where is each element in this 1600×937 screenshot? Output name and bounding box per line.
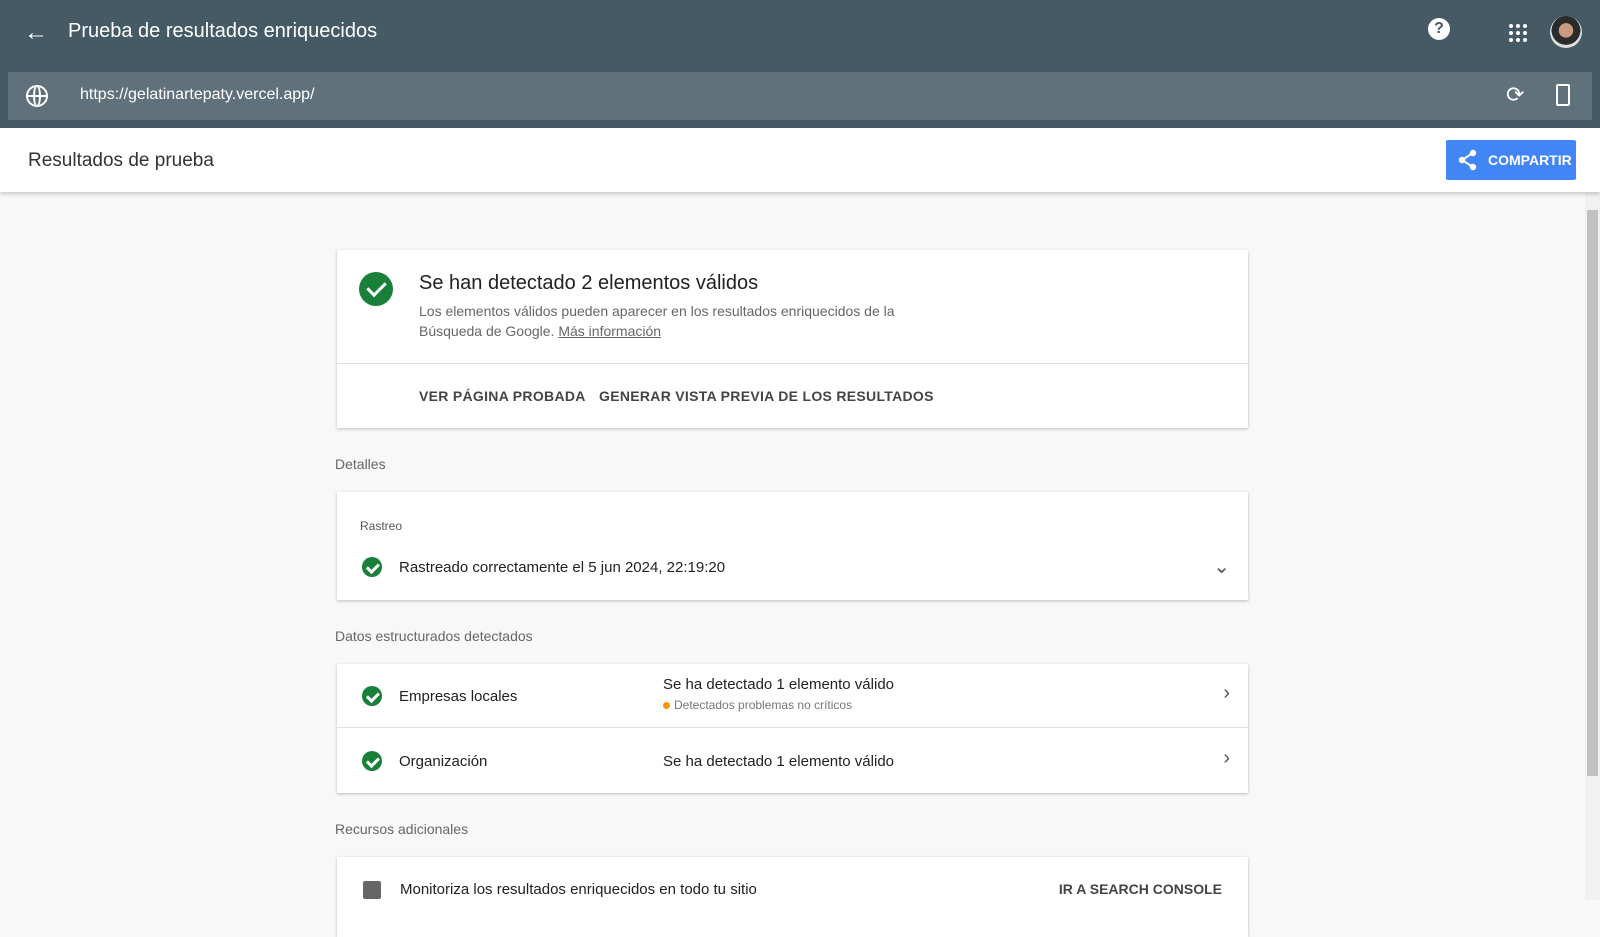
check-circle-icon: [362, 751, 382, 771]
scrollbar[interactable]: [1585, 192, 1600, 900]
structured-card: Empresas locales Se ha detectado 1 eleme…: [337, 664, 1248, 793]
resources-card: Monitoriza los resultados enriquecidos e…: [337, 857, 1248, 937]
crawl-label: Rastreo: [360, 519, 403, 533]
summary-description: Los elementos válidos pueden aparecer en…: [419, 303, 895, 339]
smartphone-icon[interactable]: [1556, 84, 1570, 106]
item-name: Organización: [399, 753, 488, 770]
list-item[interactable]: Organización Se ha detectado 1 elemento …: [337, 729, 1248, 793]
item-status: Se ha detectado 1 elemento válido: [663, 753, 894, 770]
details-heading: Detalles: [335, 456, 386, 472]
check-circle-icon: [362, 686, 382, 706]
page-title: Resultados de prueba: [28, 150, 214, 171]
chevron-right-icon[interactable]: ›: [1223, 747, 1230, 770]
scrollbar-thumb[interactable]: [1587, 210, 1598, 776]
url-input[interactable]: https://gelatinartepaty.vercel.app/: [80, 86, 315, 104]
item-name: Empresas locales: [399, 688, 518, 705]
bar-chart-icon: [363, 881, 381, 899]
avatar[interactable]: [1550, 16, 1582, 48]
resources-text: Monitoriza los resultados enriquecidos e…: [400, 881, 757, 898]
globe-icon: [26, 85, 48, 107]
app-header: ← Prueba de resultados enriquecidos ? ht…: [0, 0, 1600, 128]
check-circle-icon: [359, 272, 393, 306]
item-warning: Detectados problemas no críticos: [663, 698, 852, 712]
resources-heading: Recursos adicionales: [335, 821, 469, 837]
item-status: Se ha detectado 1 elemento válido: [663, 676, 894, 693]
url-bar: https://gelatinartepaty.vercel.app/ ⟳: [8, 72, 1592, 120]
check-circle-icon: [362, 557, 382, 577]
summary-card: Se han detectado 2 elementos válidos Los…: [337, 250, 1248, 428]
crawl-card[interactable]: Rastreo Rastreado correctamente el 5 jun…: [337, 492, 1248, 600]
apps-grid-icon[interactable]: [1509, 24, 1527, 42]
share-button[interactable]: COMPARTIR: [1446, 140, 1576, 180]
structured-heading: Datos estructurados detectados: [335, 628, 533, 644]
search-console-button[interactable]: IR A SEARCH CONSOLE: [1059, 881, 1222, 897]
app-title: Prueba de resultados enriquecidos: [68, 20, 378, 42]
subheader: Resultados de prueba COMPARTIR: [0, 128, 1600, 192]
preview-results-button[interactable]: GENERAR VISTA PREVIA DE LOS RESULTADOS: [599, 388, 934, 404]
list-item[interactable]: Empresas locales Se ha detectado 1 eleme…: [337, 664, 1248, 728]
share-label: COMPARTIR: [1488, 152, 1572, 168]
chevron-right-icon[interactable]: ›: [1223, 682, 1230, 705]
reload-icon[interactable]: ⟳: [1506, 82, 1524, 108]
crawl-status: Rastreado correctamente el 5 jun 2024, 2…: [399, 559, 726, 576]
arrow-left-icon[interactable]: ←: [24, 20, 50, 46]
help-icon[interactable]: ?: [1428, 18, 1450, 40]
more-info-link[interactable]: Más información: [558, 323, 661, 339]
warning-dot-icon: [663, 702, 670, 709]
summary-title: Se han detectado 2 elementos válidos: [419, 272, 759, 294]
share-icon: [1458, 149, 1477, 171]
view-tested-page-button[interactable]: VER PÁGINA PROBADA: [419, 388, 586, 404]
chevron-down-icon[interactable]: ⌄: [1213, 554, 1230, 579]
